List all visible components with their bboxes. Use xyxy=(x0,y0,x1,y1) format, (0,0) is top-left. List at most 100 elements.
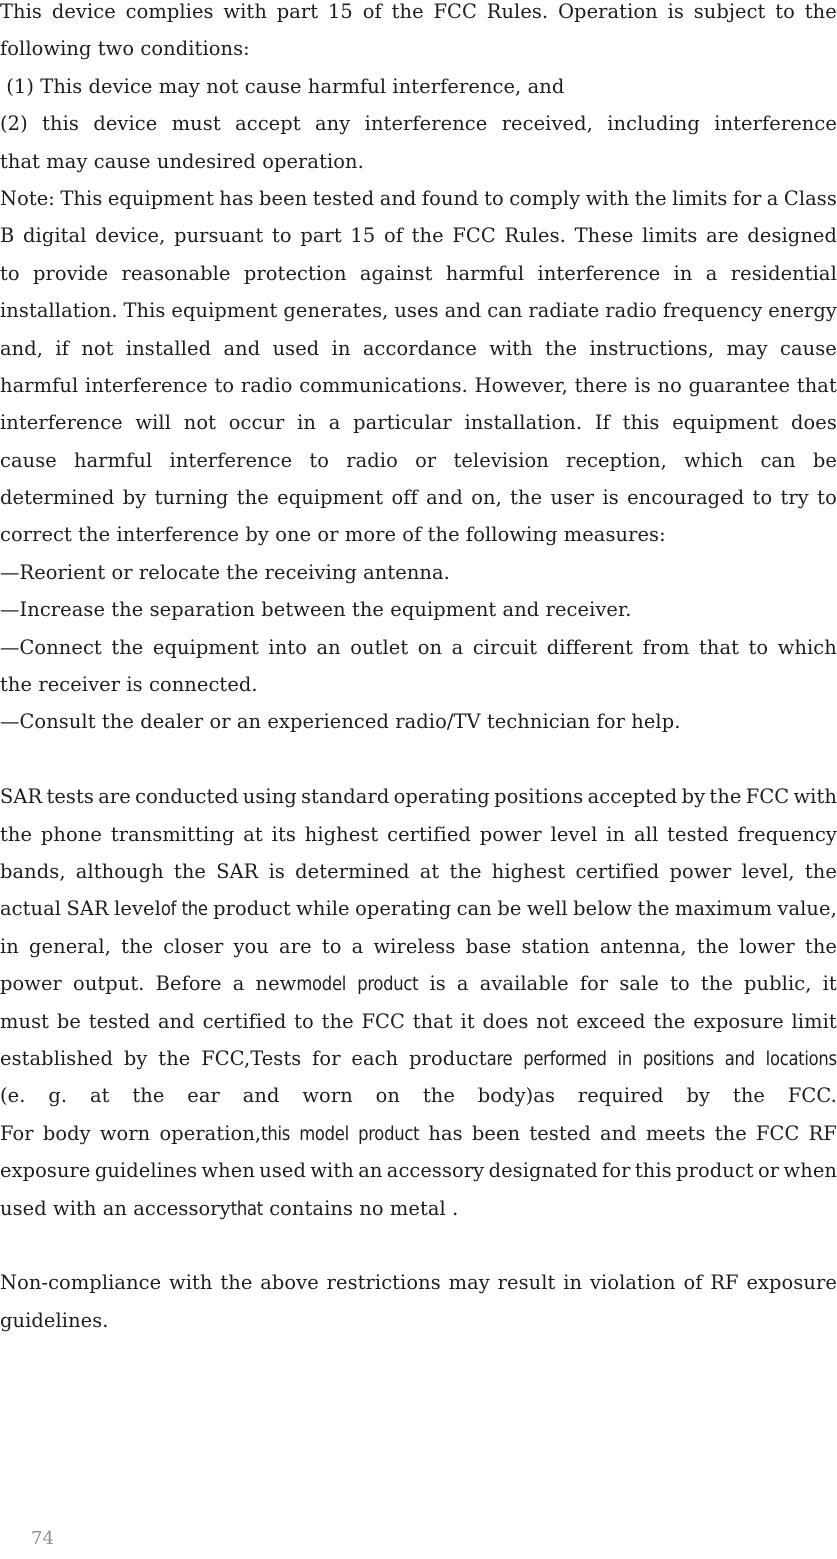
text-run: level xyxy=(114,897,161,921)
text-run: device, xyxy=(95,224,166,248)
text-word: established xyxy=(0,1047,113,1070)
text-word: the xyxy=(111,636,143,659)
text-word: by xyxy=(687,1084,711,1107)
text-word: worn xyxy=(302,1084,352,1107)
text-run: interference xyxy=(714,112,837,136)
text-word: the xyxy=(715,1122,747,1145)
text-run: does xyxy=(790,411,837,435)
text-run: the xyxy=(804,934,837,958)
text-word: received, xyxy=(502,112,593,135)
text-run: This xyxy=(0,0,42,23)
text-run: correct the interference by one or more … xyxy=(0,523,666,547)
text-run: that may cause undesired operation. xyxy=(0,149,364,173)
text-word: in xyxy=(563,1271,582,1294)
text-run: energy xyxy=(768,299,837,323)
text-run: the xyxy=(700,972,733,996)
text-word: restrictions xyxy=(327,1271,441,1294)
text-run: This xyxy=(60,186,103,210)
text-word: Class xyxy=(784,187,837,210)
text-word: 15 xyxy=(350,224,375,247)
text-run: been xyxy=(471,1121,521,1145)
text-run: and xyxy=(242,1084,280,1108)
text-word: in xyxy=(674,262,693,285)
text-run: by xyxy=(123,1046,148,1070)
text-word: exposure xyxy=(746,1271,836,1294)
text-run: to xyxy=(294,1009,314,1033)
text-run: the xyxy=(545,336,578,360)
text-word: the xyxy=(653,1010,685,1033)
text-run: the xyxy=(804,859,837,883)
text-run: harmful xyxy=(74,448,153,472)
text-run: Operation xyxy=(558,0,658,23)
text-word: not xyxy=(81,337,113,360)
text-run: the xyxy=(709,785,742,809)
text-run: outlet xyxy=(350,635,409,659)
text-run: required xyxy=(577,1084,664,1108)
text-word: FCC xyxy=(361,1010,404,1033)
text-word: FCC. xyxy=(788,1084,837,1107)
text-word: the xyxy=(121,935,153,958)
text-word: base xyxy=(466,935,512,958)
text-word: to xyxy=(309,449,329,472)
text-run-alt-font: locations xyxy=(765,1048,837,1070)
text-run: at xyxy=(419,859,440,883)
text-run: is xyxy=(667,0,684,23)
text-word: the xyxy=(132,1084,164,1107)
text-run: FCC xyxy=(745,785,790,809)
text-word: cause xyxy=(780,337,837,360)
text-word: been xyxy=(472,1122,520,1145)
text-word: operation,this xyxy=(159,1122,290,1145)
text-run: following two conditions: xyxy=(0,37,250,61)
text-word: which xyxy=(778,636,837,659)
text-word: FCC xyxy=(433,0,476,23)
text-run: the xyxy=(321,1009,354,1033)
text-run: Before xyxy=(155,972,222,996)
text-run: with xyxy=(169,1271,213,1295)
text-word: all xyxy=(634,823,658,846)
text-word: may xyxy=(726,337,767,360)
text-run: interference xyxy=(169,448,293,472)
text-word: interference xyxy=(538,262,661,285)
text-run: has xyxy=(219,186,254,210)
text-run: the xyxy=(696,934,729,958)
text-run: turning xyxy=(154,486,229,510)
text-run-alt-font: model xyxy=(299,1123,349,1145)
text-word: the xyxy=(322,1010,354,1033)
text-run: on, xyxy=(471,486,502,510)
text-word: are xyxy=(98,785,131,808)
text-run-alt-font: of xyxy=(160,899,177,921)
text-run: frequency xyxy=(662,299,763,323)
text-run: SAR xyxy=(66,897,109,921)
text-word: at xyxy=(243,823,263,846)
text-run: SAR xyxy=(0,785,43,809)
text-word: a xyxy=(329,411,341,434)
text-word: has xyxy=(428,1122,462,1145)
text-run: exposure xyxy=(746,1271,837,1295)
text-run: tested xyxy=(88,1009,151,1033)
text-word: standard xyxy=(301,785,389,808)
text-run: be xyxy=(812,448,837,472)
text-word: when xyxy=(201,1159,254,1182)
text-run: equipment xyxy=(171,299,278,323)
text-word: in xyxy=(332,337,351,360)
text-run: frequency xyxy=(737,822,837,846)
text-run: equipment xyxy=(152,635,259,659)
text-word: Non-compliance xyxy=(0,1271,161,1294)
text-word: required xyxy=(578,1084,664,1107)
text-word: not xyxy=(184,411,216,434)
text-run: must xyxy=(171,112,221,136)
text-word: the xyxy=(545,337,577,360)
text-line: (1) This device may not cause harmful in… xyxy=(0,75,837,112)
text-word: and xyxy=(426,486,463,509)
text-word: Rules. xyxy=(504,224,565,247)
text-word: outlet xyxy=(350,636,408,659)
text-word: its xyxy=(272,823,296,846)
text-word: an xyxy=(316,636,340,659)
text-word: certified xyxy=(203,1010,287,1033)
text-word: in xyxy=(297,411,316,434)
text-word: and xyxy=(725,1047,755,1070)
text-run: its xyxy=(271,822,296,846)
text-line: that may cause undesired operation. xyxy=(0,150,837,187)
text-word: the xyxy=(0,823,32,846)
text-word: on xyxy=(418,636,442,659)
